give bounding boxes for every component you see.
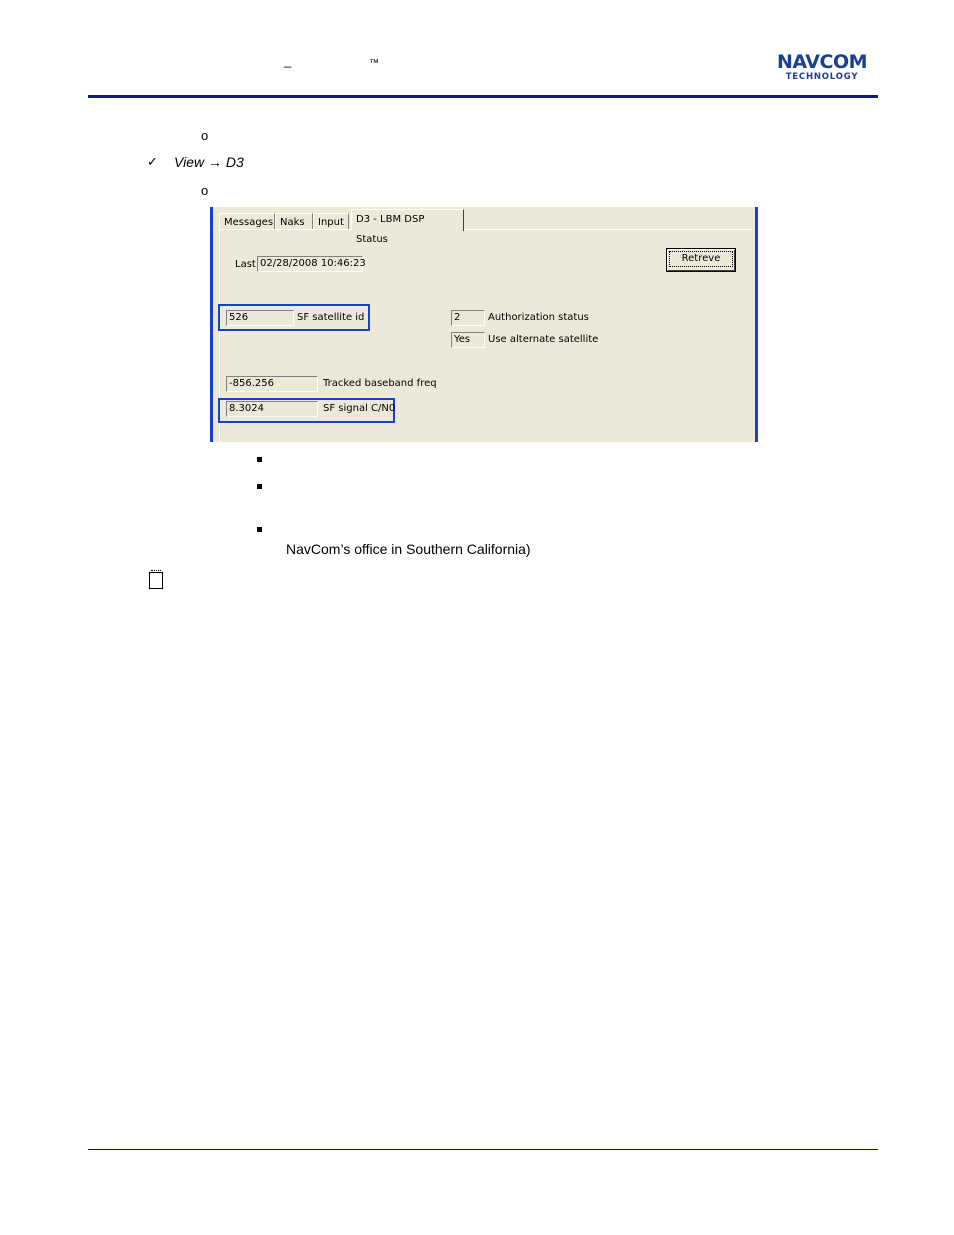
tab-input[interactable]: Input [313, 213, 349, 230]
logo-subtitle: TECHNOLOGY [785, 72, 859, 82]
tab-naks[interactable]: Naks [275, 213, 313, 230]
sf-satellite-id-label: SF satellite id [297, 312, 365, 323]
footer-rule [88, 1149, 878, 1150]
sf-satellite-id-field: 526 [226, 310, 294, 326]
trademark-symbol: ™ [369, 58, 379, 69]
square-bullet [257, 484, 262, 489]
open-bullet: o [201, 183, 209, 198]
sf-signal-cn0-field: 8.3024 [226, 401, 318, 417]
view-path: View → D3 [174, 154, 244, 170]
check-icon: ✓ [147, 154, 158, 169]
square-bullet [257, 457, 262, 462]
logo-wordmark: NAVCOM [776, 51, 868, 73]
retrieve-button-label: Retreve [668, 251, 734, 267]
note-icon [149, 570, 163, 589]
tracked-baseband-freq-field: -856.256 [226, 376, 318, 392]
sf-signal-cn0-label: SF signal C/N0 [323, 403, 396, 414]
header-rule [88, 95, 878, 98]
retrieve-button[interactable]: Retreve [667, 249, 735, 271]
navcom-logo: NAVCOM TECHNOLOGY [762, 51, 882, 83]
header-dash: _ [284, 53, 292, 68]
square-bullet [257, 527, 262, 532]
status-panel: Last 02/28/2008 10:46:23 Retreve 526 SF … [218, 229, 753, 442]
authorization-status-field: 2 [451, 310, 485, 326]
alternate-satellite-label: Use alternate satellite [488, 334, 599, 345]
last-timestamp-field: 02/28/2008 10:46:23 [257, 256, 366, 272]
alternate-satellite-field: Yes [451, 332, 485, 348]
tab-messages[interactable]: Messages [219, 213, 275, 230]
tracked-baseband-freq-label: Tracked baseband freq [323, 378, 437, 389]
authorization-status-label: Authorization status [488, 312, 589, 323]
last-label: Last [235, 259, 256, 270]
bullet-continuation-text: NavCom’s office in Southern California) [286, 541, 531, 557]
lbm-dsp-status-dialog: Messages Naks Input D3 - LBM DSP Status … [210, 207, 758, 442]
tab-lbm-dsp-status[interactable]: D3 - LBM DSP Status [351, 209, 464, 245]
open-bullet: o [201, 128, 209, 143]
